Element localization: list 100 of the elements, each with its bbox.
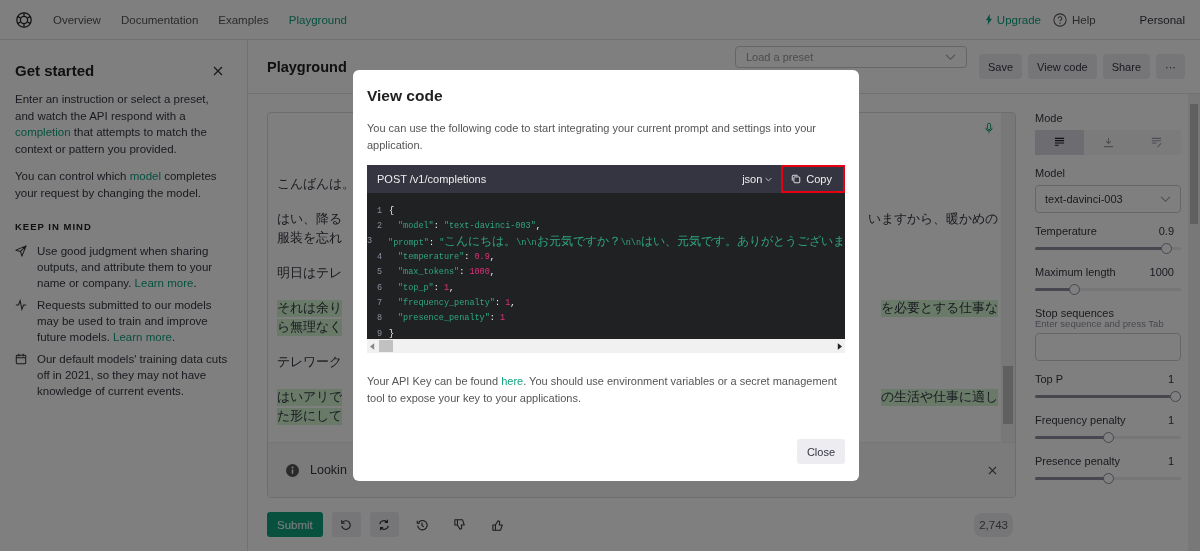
prompt-text: はい、降る — [277, 211, 342, 228]
close-icon[interactable] — [988, 465, 997, 475]
scroll-right-icon[interactable] — [837, 342, 842, 350]
slider[interactable] — [1035, 284, 1181, 295]
prompt-text: こんばんは。 — [277, 176, 355, 193]
setting-value: 1000 — [1149, 266, 1174, 278]
line-number: 1 — [375, 205, 382, 216]
slider[interactable] — [1035, 473, 1181, 484]
undo-icon — [340, 518, 353, 531]
setting-label: Presence penalty — [1035, 455, 1120, 467]
intro-paragraph: Enter an instruction or select a preset, and watch the API respond with a completion that attempts to match the context or pattern you provided. — [15, 92, 210, 157]
setting-label: Mode — [1035, 112, 1064, 124]
intro-paragraph: You can control which model completes your request by changing the model. — [15, 169, 218, 201]
lines-icon — [1053, 137, 1065, 148]
line-number: 5 — [375, 267, 382, 278]
editor-scrollbar[interactable] — [1001, 113, 1015, 442]
prompt-text: いますから、暖かめの — [868, 211, 998, 228]
stop-sequence-field[interactable] — [1035, 333, 1181, 361]
prompt-text: テレワーク — [277, 354, 342, 371]
setting-value: 1 — [1167, 455, 1174, 467]
slider-handle[interactable] — [1102, 432, 1114, 443]
undo-button[interactable] — [331, 512, 361, 537]
setting-label: Maximum length — [1035, 266, 1116, 278]
code-line: "max_tokens": 1000, — [398, 267, 495, 278]
horizontal-scrollbar[interactable] — [367, 339, 845, 353]
logo-icon[interactable] — [15, 10, 33, 29]
help-icon — [1052, 12, 1067, 27]
mode-tab[interactable] — [1035, 130, 1084, 155]
slider-handle[interactable] — [1170, 391, 1181, 402]
toolbar-button[interactable]: View code — [1028, 54, 1097, 79]
regenerate-button[interactable] — [369, 512, 399, 537]
toolbar-button[interactable]: ··· — [1156, 54, 1185, 79]
bolt-icon — [984, 14, 993, 25]
line-number: 7 — [375, 298, 382, 309]
slider[interactable] — [1035, 432, 1181, 443]
prompt-text: ら無理なく — [277, 319, 342, 336]
page-title: Playground — [267, 58, 347, 75]
thumbs-up-icon — [492, 518, 505, 531]
sidebar-title: Get started — [15, 62, 95, 79]
close-icon[interactable] — [213, 65, 223, 76]
prompt-text: はいアリで — [277, 389, 342, 406]
prompt-text: それは余り — [277, 300, 342, 317]
prompt-text: 服装を忘れ — [277, 230, 342, 247]
history-icon — [416, 518, 429, 531]
upgrade-link[interactable]: Upgrade — [996, 13, 1041, 26]
close-button[interactable]: Close — [796, 439, 845, 464]
slider-handle[interactable] — [1160, 243, 1172, 254]
line-number: 9 — [375, 328, 382, 339]
dialog-description: You can use the following code to start integrating your current prompt and settings into your application. — [367, 121, 818, 153]
tip-text: Requests submitted to our models may be used to train and improve future models. Learn more. — [37, 298, 213, 345]
line-number: 4 — [375, 251, 382, 262]
download-arrow-icon — [1102, 137, 1114, 148]
text-link[interactable]: completion — [15, 126, 71, 138]
slider-handle[interactable] — [1068, 284, 1080, 295]
line-number: 3 — [367, 236, 373, 247]
info-icon — [286, 463, 299, 477]
dialog-title: View code — [367, 87, 444, 105]
pulse-icon — [15, 299, 27, 311]
nav-link[interactable]: Overview — [53, 13, 101, 26]
line-number: 6 — [375, 282, 382, 293]
here-link[interactable]: here — [501, 375, 524, 387]
nav-link[interactable]: Playground — [288, 13, 347, 26]
notice-text: Lookin — [310, 463, 347, 477]
setting-value: 0.9 — [1158, 225, 1174, 237]
microphone-icon[interactable] — [985, 122, 993, 135]
text-link[interactable]: model — [129, 170, 161, 182]
prompt-text: を必要とする仕事な — [881, 300, 998, 317]
copy-button[interactable]: Copy — [781, 165, 845, 193]
calendar-icon — [15, 353, 27, 365]
language-dropdown[interactable]: json — [736, 172, 779, 186]
scroll-thumb[interactable] — [379, 340, 393, 352]
line-number: 2 — [375, 221, 382, 232]
setting-value: 1 — [1167, 414, 1174, 426]
section-heading: KEEP IN MIND — [15, 221, 93, 232]
code-line: "prompt": "こんにちは。\n\n お元気ですか？\n\nはい、元気です。ありがとうございま — [388, 233, 845, 249]
edit-lines-icon — [1151, 137, 1163, 148]
code-line: "frequency_penalty": 1, — [398, 298, 516, 309]
slider[interactable] — [1035, 243, 1181, 254]
toolbar-button[interactable]: Save — [979, 54, 1023, 79]
code-line: "model": "text-davinci-003", — [398, 221, 541, 232]
nav-link[interactable]: Examples — [218, 13, 269, 26]
account-menu[interactable]: Personal — [1139, 13, 1185, 26]
submit-button[interactable]: Submit — [267, 512, 323, 537]
setting-label: Top P — [1035, 373, 1064, 385]
setting-label: Stop sequences — [1035, 307, 1115, 319]
learn-more-link[interactable]: Learn more — [113, 331, 172, 343]
model-select[interactable]: text-davinci-003 — [1035, 185, 1181, 213]
slider-handle[interactable] — [1102, 473, 1114, 484]
code-line: } — [389, 328, 395, 339]
setting-label: Model — [1035, 167, 1066, 179]
chevron-icon — [1160, 195, 1171, 203]
scroll-left-icon[interactable] — [370, 342, 375, 350]
help-link[interactable]: Help — [1071, 13, 1096, 26]
copy-icon — [791, 174, 802, 184]
thumbs-down-icon — [454, 518, 467, 531]
chevron-icon — [765, 176, 773, 182]
nav-link[interactable]: Documentation — [120, 13, 199, 26]
toolbar-button[interactable]: Share — [1102, 54, 1150, 79]
page-scrollbar[interactable] — [1188, 94, 1200, 551]
slider[interactable] — [1035, 391, 1181, 402]
